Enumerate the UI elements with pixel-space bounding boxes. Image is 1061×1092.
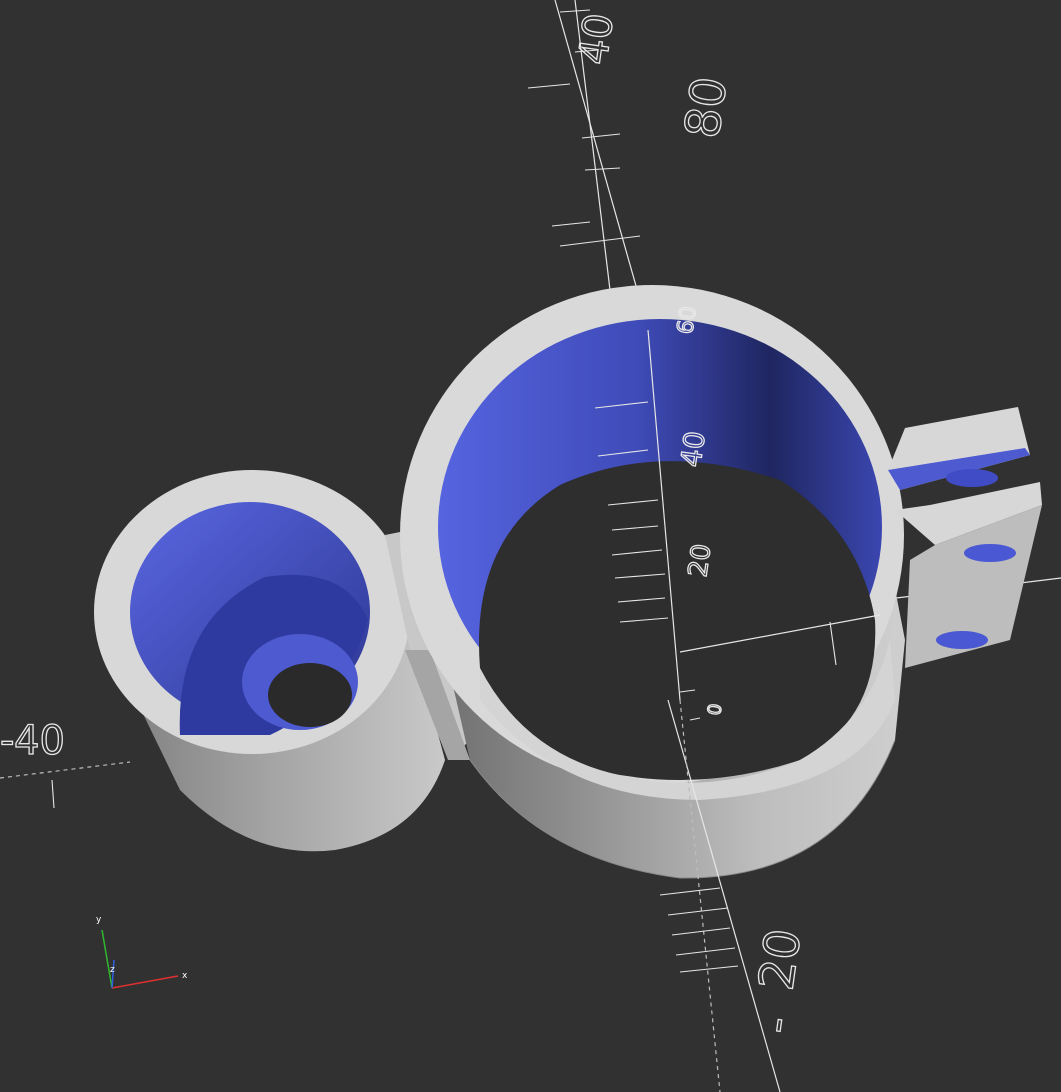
bolt-hole-mid bbox=[964, 544, 1016, 562]
small-cylinder[interactable] bbox=[94, 470, 445, 852]
gizmo-z-label: z bbox=[110, 965, 115, 975]
z-axis-label-minus: - bbox=[750, 1014, 803, 1037]
axes-gizmo: x y z bbox=[96, 915, 188, 989]
bolt-hole-lower bbox=[936, 631, 988, 649]
3d-viewport[interactable]: 40 80 - 40 60 40 20 0 - 20 x y z bbox=[0, 0, 1061, 1092]
bolt-hole-upper bbox=[946, 469, 998, 487]
large-clamp-ring[interactable] bbox=[400, 285, 905, 879]
z-axis-label-20: 20 bbox=[748, 925, 812, 993]
inner-label-40: 40 bbox=[674, 429, 712, 469]
inner-label-20: 20 bbox=[683, 542, 717, 579]
clamp-ear-lower[interactable] bbox=[895, 482, 1042, 668]
scene-canvas: 40 80 - 40 60 40 20 0 - 20 x y z bbox=[0, 0, 1061, 1092]
gizmo-y-label: y bbox=[96, 915, 102, 925]
y-axis-label-80: 80 bbox=[674, 73, 738, 141]
z-axis-lower-ticks bbox=[659, 887, 739, 973]
x-axis-label-40: 40 bbox=[14, 718, 65, 764]
inner-label-60: 60 bbox=[673, 305, 702, 336]
x-axis-label-minus: - bbox=[0, 718, 14, 764]
y-axis-label-40: 40 bbox=[570, 11, 623, 68]
clamp-ear-upper[interactable] bbox=[888, 407, 1030, 490]
gizmo-x-label: x bbox=[182, 971, 188, 981]
